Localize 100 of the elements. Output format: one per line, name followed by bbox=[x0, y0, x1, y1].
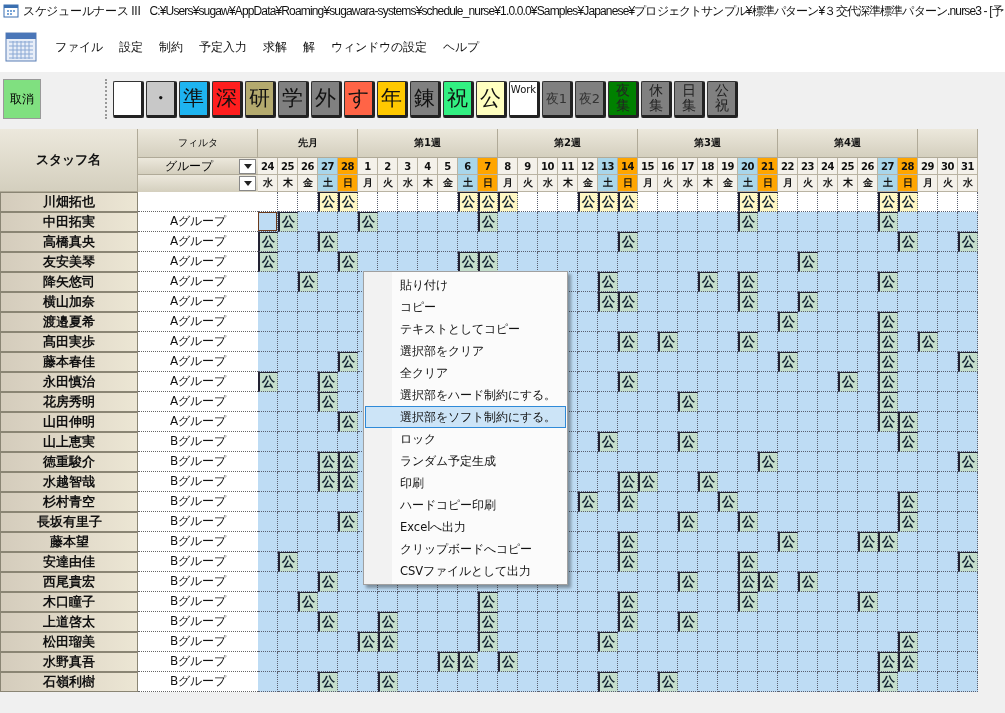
shift-button[interactable]: 年 bbox=[377, 80, 408, 118]
shift-button[interactable]: 公祝 bbox=[707, 80, 738, 118]
schedule-cell[interactable]: 公 bbox=[678, 392, 698, 412]
schedule-cell[interactable]: 公 bbox=[798, 252, 818, 272]
schedule-cell[interactable]: 公 bbox=[618, 472, 638, 492]
shift-button[interactable]: 準 bbox=[179, 80, 210, 118]
schedule-cell[interactable]: 公 bbox=[898, 632, 918, 652]
context-menu-item[interactable]: ランダム予定生成 bbox=[365, 450, 566, 472]
schedule-cell[interactable]: 公 bbox=[738, 552, 758, 572]
schedule-cell[interactable]: 公 bbox=[598, 272, 618, 292]
schedule-cell[interactable]: 公 bbox=[318, 192, 338, 212]
context-menu-item[interactable]: 貼り付け bbox=[365, 274, 566, 296]
shift-button[interactable]: 外 bbox=[311, 80, 342, 118]
schedule-cell[interactable]: 公 bbox=[778, 532, 798, 552]
schedule-cell[interactable]: 公 bbox=[258, 372, 278, 392]
schedule-cell[interactable]: 公 bbox=[378, 612, 398, 632]
schedule-cell[interactable]: 公 bbox=[898, 512, 918, 532]
schedule-cell[interactable]: 公 bbox=[618, 492, 638, 512]
schedule-cell[interactable]: 公 bbox=[858, 592, 878, 612]
schedule-cell[interactable]: 公 bbox=[378, 632, 398, 652]
schedule-cell[interactable]: 公 bbox=[658, 332, 678, 352]
schedule-cell[interactable]: 公 bbox=[718, 492, 738, 512]
menu-item[interactable]: ヘルプ bbox=[437, 36, 485, 58]
context-menu-item[interactable]: 選択部をハード制約にする。 bbox=[365, 384, 566, 406]
schedule-cell[interactable]: 公 bbox=[318, 232, 338, 252]
schedule-cell[interactable]: 公 bbox=[758, 452, 778, 472]
menu-item[interactable]: 設定 bbox=[113, 36, 149, 58]
schedule-cell[interactable]: 公 bbox=[878, 192, 898, 212]
schedule-cell[interactable]: 公 bbox=[258, 252, 278, 272]
schedule-cell[interactable]: 公 bbox=[778, 352, 798, 372]
shift-button[interactable]: 深 bbox=[212, 80, 243, 118]
schedule-cell[interactable]: 公 bbox=[458, 192, 478, 212]
schedule-cell[interactable]: 公 bbox=[618, 192, 638, 212]
shift-button[interactable]: 学 bbox=[278, 80, 309, 118]
schedule-cell[interactable]: 公 bbox=[598, 432, 618, 452]
schedule-cell[interactable]: 公 bbox=[878, 412, 898, 432]
schedule-cell[interactable]: 公 bbox=[918, 332, 938, 352]
schedule-cell[interactable]: 公 bbox=[878, 392, 898, 412]
schedule-cell[interactable]: 公 bbox=[458, 252, 478, 272]
shift-button[interactable]: 祝 bbox=[443, 80, 474, 118]
schedule-cell[interactable]: 公 bbox=[338, 352, 358, 372]
schedule-cell[interactable]: 公 bbox=[598, 632, 618, 652]
schedule-cell[interactable]: 公 bbox=[618, 372, 638, 392]
schedule-cell[interactable]: 公 bbox=[618, 612, 638, 632]
shift-button[interactable]: Work bbox=[509, 80, 540, 118]
schedule-cell[interactable]: 公 bbox=[618, 552, 638, 572]
schedule-cell[interactable]: 公 bbox=[598, 192, 618, 212]
schedule-cell[interactable]: 公 bbox=[898, 412, 918, 432]
schedule-cell[interactable]: 公 bbox=[738, 292, 758, 312]
schedule-cell[interactable]: 公 bbox=[878, 672, 898, 692]
schedule-cell[interactable]: 公 bbox=[318, 392, 338, 412]
schedule-cell[interactable]: 公 bbox=[678, 572, 698, 592]
menu-item[interactable]: 解 bbox=[297, 36, 321, 58]
schedule-cell[interactable]: 公 bbox=[618, 532, 638, 552]
schedule-cell[interactable]: 公 bbox=[698, 472, 718, 492]
schedule-cell[interactable]: 公 bbox=[358, 632, 378, 652]
schedule-cell[interactable]: 公 bbox=[798, 292, 818, 312]
schedule-cell[interactable]: 公 bbox=[618, 292, 638, 312]
schedule-cell[interactable]: 公 bbox=[698, 272, 718, 292]
schedule-cell[interactable]: 公 bbox=[878, 352, 898, 372]
schedule-cell[interactable]: 公 bbox=[658, 672, 678, 692]
schedule-cell[interactable]: 公 bbox=[338, 192, 358, 212]
schedule-cell[interactable]: 公 bbox=[878, 652, 898, 672]
schedule-cell[interactable]: 公 bbox=[898, 232, 918, 252]
shift-button[interactable]: 休集 bbox=[641, 80, 672, 118]
schedule-cell[interactable]: 公 bbox=[618, 332, 638, 352]
schedule-cell[interactable]: 公 bbox=[638, 472, 658, 492]
schedule-cell[interactable]: 公 bbox=[738, 332, 758, 352]
calendar-icon[interactable] bbox=[5, 31, 37, 63]
schedule-cell[interactable]: 公 bbox=[958, 352, 978, 372]
shift-button[interactable]: ・ bbox=[146, 80, 177, 118]
menu-item[interactable]: ファイル bbox=[49, 36, 109, 58]
shift-button[interactable]: す bbox=[344, 80, 375, 118]
schedule-cell[interactable]: 公 bbox=[318, 672, 338, 692]
schedule-cell[interactable]: 公 bbox=[478, 592, 498, 612]
cancel-button[interactable]: 取消 bbox=[3, 79, 41, 119]
schedule-cell[interactable]: 公 bbox=[618, 232, 638, 252]
schedule-cell[interactable]: 公 bbox=[958, 552, 978, 572]
shift-button[interactable] bbox=[113, 80, 144, 118]
schedule-cell[interactable]: 公 bbox=[318, 472, 338, 492]
schedule-cell[interactable]: 公 bbox=[378, 672, 398, 692]
schedule-cell[interactable]: 公 bbox=[478, 632, 498, 652]
schedule-cell[interactable]: 公 bbox=[338, 252, 358, 272]
shift-button[interactable]: 錬 bbox=[410, 80, 441, 118]
schedule-cell[interactable]: 公 bbox=[738, 212, 758, 232]
schedule-cell[interactable]: 公 bbox=[878, 212, 898, 232]
schedule-cell[interactable]: 公 bbox=[478, 252, 498, 272]
schedule-cell[interactable]: 公 bbox=[498, 652, 518, 672]
menu-item[interactable]: 制約 bbox=[153, 36, 189, 58]
context-menu-item[interactable]: ロック bbox=[365, 428, 566, 450]
schedule-cell[interactable]: 公 bbox=[298, 272, 318, 292]
schedule-cell[interactable]: 公 bbox=[778, 312, 798, 332]
menu-item[interactable]: ウィンドウの設定 bbox=[325, 36, 433, 58]
schedule-cell[interactable]: 公 bbox=[738, 512, 758, 532]
context-menu-item[interactable]: 印刷 bbox=[365, 472, 566, 494]
menu-item[interactable]: 予定入力 bbox=[193, 36, 253, 58]
schedule-cell[interactable]: 公 bbox=[318, 612, 338, 632]
schedule-cell[interactable]: 公 bbox=[898, 492, 918, 512]
schedule-cell[interactable]: 公 bbox=[958, 232, 978, 252]
schedule-cell[interactable]: 公 bbox=[598, 672, 618, 692]
